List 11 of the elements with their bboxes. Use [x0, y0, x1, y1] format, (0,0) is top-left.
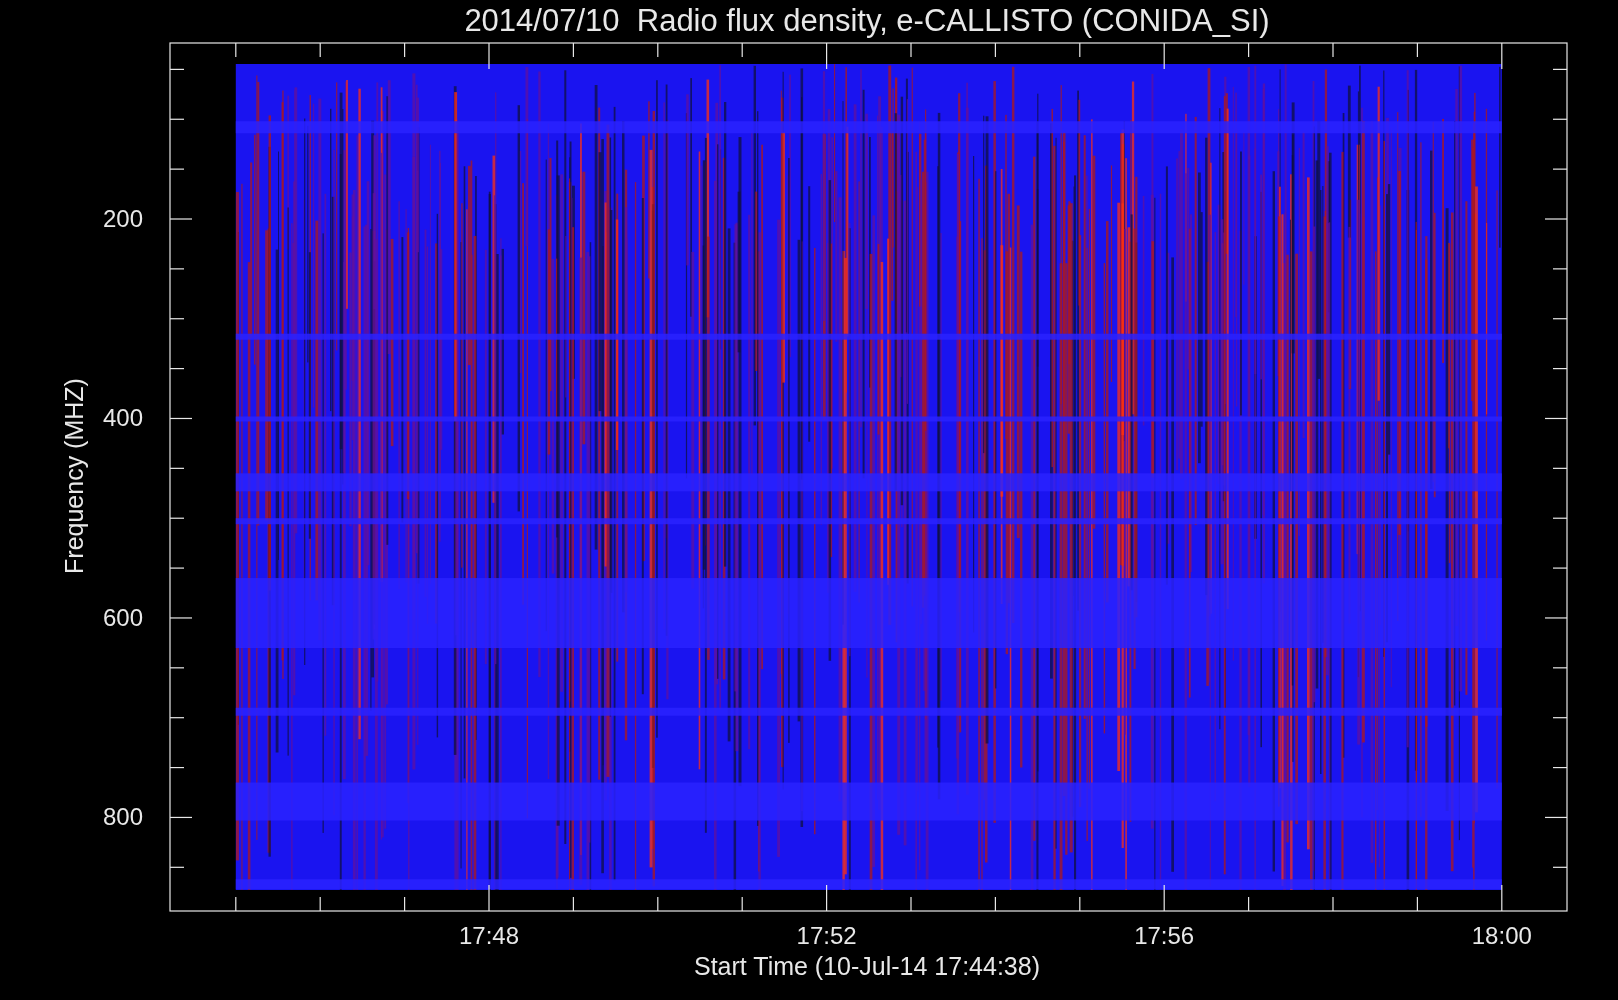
- x-tick-label: 17:52: [796, 922, 857, 949]
- x-tick-label: 17:48: [458, 922, 520, 949]
- y-tick-label: 600: [102, 603, 143, 631]
- chart-title: 2014/07/10 Radio flux density, e-CALLISTO (CONIDA_SI): [464, 3, 1270, 38]
- y-axis-title: Frequency (MHZ): [60, 378, 88, 574]
- y-tick-label: 800: [102, 803, 143, 831]
- y-tick-label: 400: [102, 404, 143, 432]
- y-tick-label: 200: [102, 205, 143, 232]
- x-tick-label: 17:56: [1134, 922, 1195, 949]
- x-axis-title: Start Time (10-Jul-14 17:44:38): [694, 952, 1040, 980]
- x-tick-label: 18:00: [1471, 922, 1532, 949]
